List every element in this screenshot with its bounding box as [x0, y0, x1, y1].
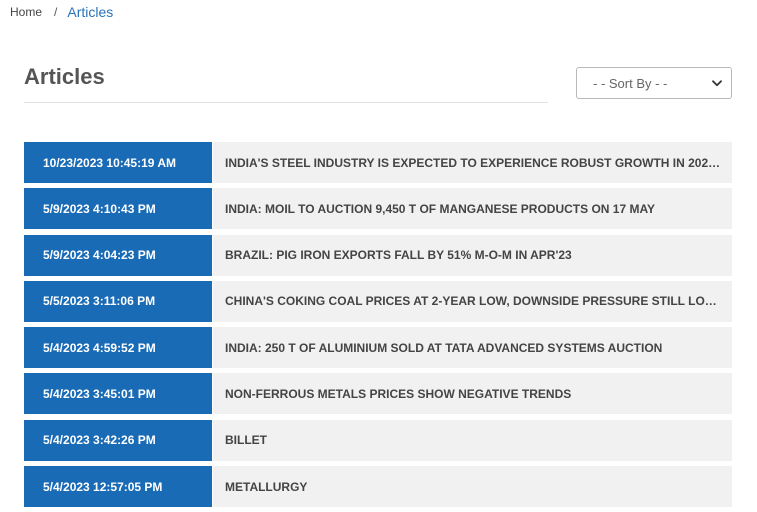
article-date: 10/23/2023 10:45:19 AM	[24, 142, 212, 183]
breadcrumb-current: Articles	[67, 4, 114, 20]
sort-by-selected-value: - - Sort By - -	[593, 75, 668, 91]
article-row[interactable]: 5/4/2023 12:57:05 PM METALLURGY	[24, 466, 732, 508]
article-title-link[interactable]: INDIA: MOIL TO AUCTION 9,450 T OF MANGAN…	[212, 188, 732, 230]
article-date: 5/4/2023 12:57:05 PM	[24, 466, 212, 508]
article-title-link[interactable]: INDIA'S STEEL INDUSTRY IS EXPECTED TO EX…	[212, 142, 732, 183]
article-title-link[interactable]: METALLURGY	[212, 466, 732, 508]
breadcrumb-home-link[interactable]: Home	[10, 5, 42, 19]
sort-by-select[interactable]: - - Sort By - -	[576, 67, 732, 99]
article-row[interactable]: 5/9/2023 4:04:23 PM BRAZIL: PIG IRON EXP…	[24, 234, 732, 276]
chevron-down-icon	[712, 78, 722, 88]
article-date: 5/9/2023 4:04:23 PM	[24, 234, 212, 276]
article-row[interactable]: 5/4/2023 3:45:01 PM NON-FERROUS METALS P…	[24, 373, 732, 415]
article-row[interactable]: 5/4/2023 4:59:52 PM INDIA: 250 T OF ALUM…	[24, 327, 732, 369]
article-date: 5/5/2023 3:11:06 PM	[24, 280, 212, 322]
article-date: 5/9/2023 4:10:43 PM	[24, 188, 212, 230]
article-title-link[interactable]: CHINA'S COKING COAL PRICES AT 2-YEAR LOW…	[212, 280, 732, 322]
article-row[interactable]: 5/9/2023 4:10:43 PM INDIA: MOIL TO AUCTI…	[24, 188, 732, 230]
article-title-link[interactable]: BILLET	[212, 419, 732, 461]
breadcrumb: Home / Articles	[10, 4, 113, 20]
breadcrumb-separator: /	[54, 5, 58, 19]
title-divider	[24, 102, 548, 103]
article-date: 5/4/2023 3:42:26 PM	[24, 419, 212, 461]
articles-list: 10/23/2023 10:45:19 AM INDIA'S STEEL IND…	[24, 142, 732, 512]
article-date: 5/4/2023 3:45:01 PM	[24, 373, 212, 415]
article-row[interactable]: 10/23/2023 10:45:19 AM INDIA'S STEEL IND…	[24, 142, 732, 183]
article-row[interactable]: 5/5/2023 3:11:06 PM CHINA'S COKING COAL …	[24, 280, 732, 322]
page-title: Articles	[24, 64, 105, 89]
article-date: 5/4/2023 4:59:52 PM	[24, 327, 212, 369]
article-title-link[interactable]: BRAZIL: PIG IRON EXPORTS FALL BY 51% M-O…	[212, 234, 732, 276]
article-title-link[interactable]: NON-FERROUS METALS PRICES SHOW NEGATIVE …	[212, 373, 732, 415]
article-row[interactable]: 5/4/2023 3:42:26 PM BILLET	[24, 419, 732, 461]
article-title-link[interactable]: INDIA: 250 T OF ALUMINIUM SOLD AT TATA A…	[212, 327, 732, 369]
